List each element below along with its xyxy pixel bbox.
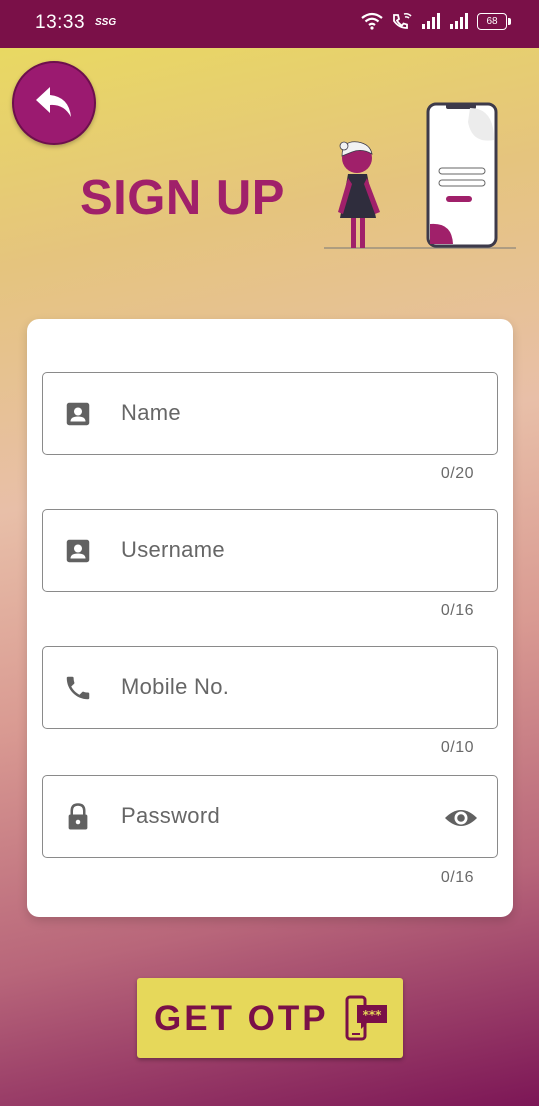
password-field[interactable]: Password (42, 775, 498, 858)
battery-icon: 68 (477, 12, 511, 30)
account-box-icon (66, 402, 90, 426)
reply-arrow-icon (36, 87, 71, 117)
signup-illustration (324, 102, 516, 249)
eye-icon[interactable] (443, 804, 479, 832)
username-field-label: Username (121, 537, 225, 562)
carrier-tag: SSG (95, 17, 117, 28)
get-otp-button[interactable]: GET OTP *** (137, 978, 403, 1058)
otp-message-icon: *** (345, 995, 387, 1041)
signup-form-card: Name 0/20 Username 0/16 Mobile No. 0/10 … (27, 319, 513, 917)
password-field-label: Password (121, 803, 220, 828)
signal-icon (450, 13, 468, 29)
back-button[interactable] (12, 61, 96, 145)
status-icons: 68 (361, 12, 511, 30)
mobile-field-label: Mobile No. (121, 674, 230, 699)
name-char-counter: 0/20 (440, 465, 474, 482)
password-char-counter: 0/16 (440, 869, 474, 886)
get-otp-label: GET OTP (154, 999, 329, 1038)
username-field[interactable]: Username (42, 509, 498, 592)
wifi-icon (361, 12, 383, 30)
name-field[interactable]: Name (42, 372, 498, 455)
status-time: 13:33 (35, 12, 86, 33)
wifi-call-icon (393, 12, 412, 29)
name-field-label: Name (121, 400, 181, 425)
signal-icon (422, 13, 440, 29)
account-box-icon (66, 539, 90, 563)
svg-text:***: *** (363, 1008, 383, 1022)
status-bar: 13:33 SSG 68 (0, 0, 539, 48)
phone-icon (66, 676, 90, 700)
username-char-counter: 0/16 (440, 602, 474, 619)
battery-level: 68 (486, 15, 498, 27)
page-title: SIGN UP (80, 171, 285, 225)
lock-icon (68, 803, 88, 830)
mobile-char-counter: 0/10 (440, 739, 474, 756)
mobile-field[interactable]: Mobile No. (42, 646, 498, 729)
